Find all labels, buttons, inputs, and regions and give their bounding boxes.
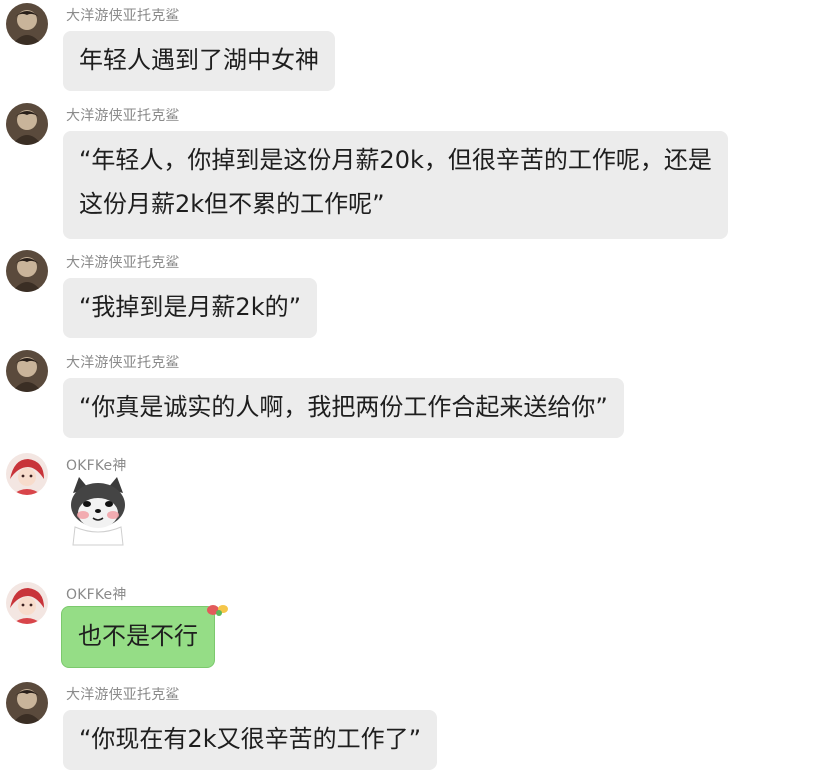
sender-name: 大洋游侠亚托克鲨 xyxy=(66,355,180,371)
message-bubble[interactable]: 年轻人遇到了湖中女神 xyxy=(63,31,335,91)
user-avatar[interactable] xyxy=(6,250,48,292)
bubble-decoration-icon xyxy=(207,605,228,616)
shiba-dog-sticker[interactable] xyxy=(63,475,133,547)
user-avatar[interactable] xyxy=(6,3,48,45)
sender-name: OKFKe神 xyxy=(66,587,127,603)
message-bubble[interactable]: 也不是不行 xyxy=(61,606,215,668)
user-avatar[interactable] xyxy=(6,103,48,145)
user-avatar[interactable] xyxy=(6,682,48,724)
message-bubble[interactable]: “我掉到是月薪2k的” xyxy=(63,278,318,338)
sender-name: 大洋游侠亚托克鲨 xyxy=(66,255,180,271)
message-bubble[interactable]: “你真是诚实的人啊，我把两份工作合起来送给你” xyxy=(63,378,624,438)
user-avatar[interactable] xyxy=(6,582,48,624)
message-bubble[interactable]: “年轻人，你掉到是这份月薪20k，但很辛苦的工作呢，还是 这份月薪2k但不累的工… xyxy=(63,131,728,239)
sender-name: OKFKe神 xyxy=(66,458,127,474)
user-avatar[interactable] xyxy=(6,453,48,495)
message-bubble[interactable]: “你现在有2k又很辛苦的工作了” xyxy=(63,710,438,770)
user-avatar[interactable] xyxy=(6,350,48,392)
sender-name: 大洋游侠亚托克鲨 xyxy=(66,108,180,124)
sender-name: 大洋游侠亚托克鲨 xyxy=(66,8,180,24)
sender-name: 大洋游侠亚托克鲨 xyxy=(66,687,180,703)
